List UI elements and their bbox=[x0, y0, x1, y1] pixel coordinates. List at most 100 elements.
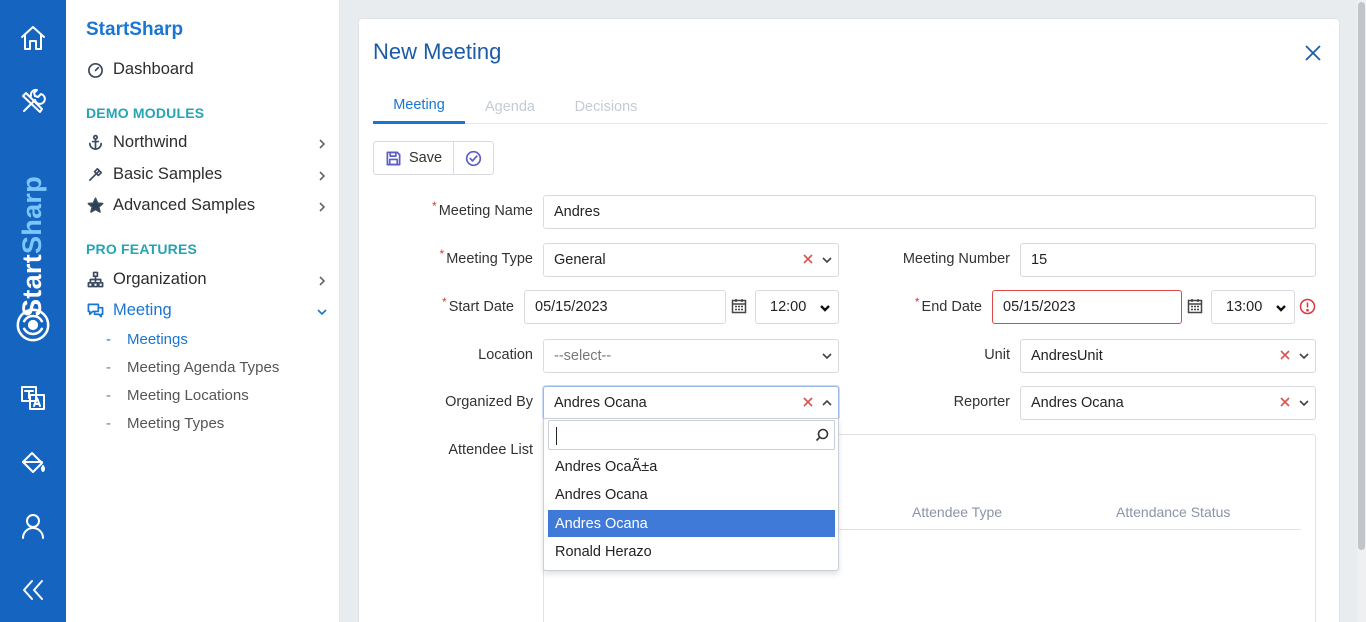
translate-icon[interactable] bbox=[0, 378, 66, 418]
sidebar-item-label: Advanced Samples bbox=[113, 195, 256, 214]
reporter-label: Reporter bbox=[953, 394, 1010, 410]
meeting-number-label: Meeting Number bbox=[902, 251, 1010, 267]
star-icon bbox=[86, 196, 104, 214]
floppy-disk-icon bbox=[386, 151, 401, 165]
meeting-name-input[interactable]: Andres bbox=[543, 195, 1316, 229]
end-date-input[interactable]: 05/15/2023 bbox=[992, 290, 1182, 324]
sidebar-item-label: Meeting bbox=[113, 300, 172, 319]
wand-icon bbox=[86, 165, 104, 183]
apply-check-button[interactable] bbox=[453, 142, 493, 174]
check-circle-icon bbox=[465, 150, 482, 166]
chevron-down-icon[interactable] bbox=[821, 254, 833, 266]
start-date-input[interactable]: 05/15/2023 bbox=[524, 290, 726, 324]
column-header-attendee-type[interactable]: Attendee Type bbox=[912, 504, 1002, 520]
clear-icon[interactable] bbox=[802, 253, 814, 265]
sidebar-title: StartSharp bbox=[86, 19, 184, 40]
speedometer-icon bbox=[86, 60, 104, 78]
chevron-up-icon[interactable] bbox=[821, 397, 833, 409]
chevron-right-icon bbox=[316, 136, 328, 149]
start-date-label: * Start Date bbox=[442, 295, 514, 315]
sidebar-subitem-meetings[interactable]: - Meetings bbox=[106, 328, 188, 350]
org-chart-icon bbox=[86, 270, 104, 288]
close-icon[interactable] bbox=[1303, 43, 1323, 63]
dialog-tabs: Meeting Agenda Decisions bbox=[373, 89, 1327, 124]
search-icon bbox=[815, 428, 829, 442]
sidebar-item-dashboard[interactable]: Dashboard bbox=[86, 56, 328, 82]
start-time-select[interactable]: 12:00 bbox=[755, 290, 839, 324]
anchor-icon bbox=[86, 133, 104, 151]
sidebar-subitem-label: Meetings bbox=[127, 330, 188, 348]
sidebar-subitem-label: Meeting Locations bbox=[127, 386, 249, 404]
sidebar-subitem-meeting-agenda-types[interactable]: - Meeting Agenda Types bbox=[106, 356, 279, 378]
meeting-type-label: * Meeting Type bbox=[439, 247, 533, 267]
tab-agenda[interactable]: Agenda bbox=[465, 89, 555, 124]
text-cursor bbox=[556, 427, 557, 445]
scrollbar-thumb[interactable] bbox=[1358, 2, 1365, 550]
save-button[interactable]: Save bbox=[374, 142, 453, 174]
chevron-down-icon bbox=[316, 304, 328, 316]
dialog-toolbar: Save bbox=[373, 141, 495, 175]
sidebar-subitem-meeting-types[interactable]: - Meeting Types bbox=[106, 412, 224, 434]
chevron-down-icon[interactable] bbox=[821, 350, 833, 362]
attendee-list-label: Attendee List bbox=[448, 442, 533, 458]
sidebar-item-organization[interactable]: Organization bbox=[86, 266, 328, 292]
organized-by-select[interactable]: Andres Ocana bbox=[543, 386, 839, 420]
sidebar-subitem-label: Meeting Agenda Types bbox=[127, 358, 280, 376]
reporter-select[interactable]: Andres Ocana bbox=[1020, 386, 1316, 420]
dropdown-option-selected[interactable]: Andres Ocana bbox=[548, 510, 835, 537]
dropdown-option[interactable]: Andres OcaÃ±a bbox=[548, 453, 835, 480]
chevron-down-icon bbox=[819, 302, 831, 314]
sidebar-item-label: Basic Samples bbox=[113, 164, 223, 183]
unit-select[interactable]: AndresUnit bbox=[1020, 339, 1316, 373]
dropdown-search-input[interactable] bbox=[548, 420, 835, 450]
tab-decisions[interactable]: Decisions bbox=[563, 89, 649, 124]
error-icon bbox=[1299, 298, 1317, 316]
home-icon[interactable] bbox=[0, 18, 66, 58]
section-demo-modules: DEMO MODULES bbox=[86, 105, 205, 121]
sidebar-item-label: Northwind bbox=[113, 132, 188, 151]
chat-bubbles-icon bbox=[86, 301, 104, 319]
sidebar-subitem-label: Meeting Types bbox=[127, 414, 225, 432]
clear-icon[interactable] bbox=[1279, 349, 1291, 361]
sidebar-item-meeting[interactable]: Meeting bbox=[86, 297, 328, 323]
dropdown-option[interactable]: Ronald Herazo bbox=[548, 538, 835, 565]
sidebar: StartSharp Dashboard DEMO MODULES Northw… bbox=[66, 0, 340, 622]
location-select[interactable]: --select-- bbox=[543, 339, 839, 373]
tab-meeting[interactable]: Meeting bbox=[373, 89, 465, 124]
section-pro-features: PRO FEATURES bbox=[86, 241, 198, 257]
paint-bucket-icon[interactable] bbox=[0, 442, 66, 482]
chevron-down-icon[interactable] bbox=[1298, 397, 1310, 409]
clear-icon[interactable] bbox=[802, 396, 814, 408]
collapse-double-chevron-icon[interactable] bbox=[0, 570, 66, 610]
chevron-down-icon[interactable] bbox=[1298, 350, 1310, 362]
sidebar-item-basic-samples[interactable]: Basic Samples bbox=[86, 161, 328, 187]
end-time-select[interactable]: 13:00 bbox=[1211, 290, 1295, 324]
clear-icon[interactable] bbox=[1279, 396, 1291, 408]
meeting-type-select[interactable]: General bbox=[543, 243, 839, 277]
chevron-right-icon bbox=[316, 168, 328, 181]
end-date-label: * End Date bbox=[914, 295, 982, 315]
user-icon[interactable] bbox=[0, 506, 66, 546]
unit-label: Unit bbox=[984, 347, 1010, 363]
location-label: Location bbox=[478, 347, 533, 363]
sidebar-item-label: Dashboard bbox=[113, 59, 194, 78]
sidebar-item-advanced-samples[interactable]: Advanced Samples bbox=[86, 192, 328, 218]
sidebar-subitem-meeting-locations[interactable]: - Meeting Locations bbox=[106, 384, 249, 406]
chevron-right-icon bbox=[316, 199, 328, 212]
chevron-down-icon bbox=[1275, 302, 1287, 314]
logo-swirl-icon bbox=[0, 305, 66, 345]
organized-by-dropdown: Andres OcaÃ±a Andres Ocana Andres Ocana … bbox=[543, 418, 839, 571]
page-scrollbar[interactable] bbox=[1357, 0, 1366, 622]
organized-by-label: Organized By bbox=[445, 394, 533, 410]
column-header-attendance-status[interactable]: Attendance Status bbox=[1116, 504, 1230, 520]
sidebar-item-northwind[interactable]: Northwind bbox=[86, 129, 328, 155]
icon-rail: StartSharp bbox=[0, 0, 66, 622]
calendar-icon[interactable] bbox=[731, 298, 749, 316]
calendar-icon[interactable] bbox=[1187, 298, 1205, 316]
dropdown-option[interactable]: Andres Ocana bbox=[548, 481, 835, 508]
tools-icon[interactable] bbox=[0, 82, 66, 122]
chevron-right-icon bbox=[316, 273, 328, 286]
save-button-label: Save bbox=[409, 150, 443, 166]
meeting-number-input[interactable]: 15 bbox=[1020, 243, 1316, 277]
meeting-name-label: * Meeting Name bbox=[432, 199, 533, 219]
